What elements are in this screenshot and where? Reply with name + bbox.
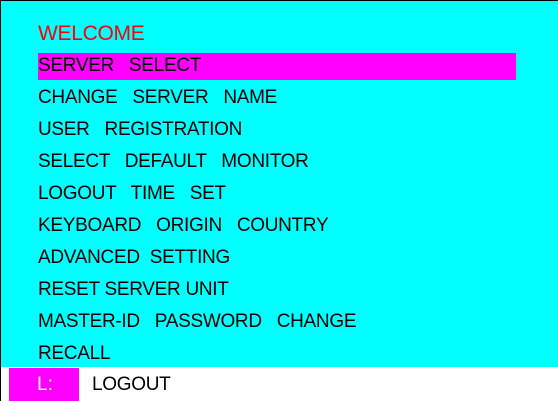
logout-label: LOGOUT (92, 374, 171, 395)
menu-item-recall[interactable]: RECALL (1, 338, 558, 370)
menu-item-label: KEYBOARD ORIGIN COUNTRY (38, 215, 329, 236)
menu-item-server-select[interactable]: SERVER SELECT (1, 50, 558, 82)
menu-item-keyboard-origin-country[interactable]: KEYBOARD ORIGIN COUNTRY (1, 210, 558, 242)
menu-item-label: CHANGE SERVER NAME (38, 87, 278, 108)
menu-title: WELCOME (38, 22, 145, 45)
menu-item-advanced-setting[interactable]: ADVANCED SETTING (1, 242, 558, 274)
menu-item-label: ADVANCED SETTING (38, 247, 230, 268)
menu-item-logout-time-set[interactable]: LOGOUT TIME SET (1, 178, 558, 210)
menu-item-master-id-password-change[interactable]: MASTER-ID PASSWORD CHANGE (1, 306, 558, 338)
menu-item-label: RESET SERVER UNIT (38, 279, 229, 300)
menu-item-label: SELECT DEFAULT MONITOR (38, 151, 309, 172)
menu-item-label: LOGOUT TIME SET (38, 183, 226, 204)
menu-item-label: RECALL (38, 343, 111, 364)
menu-item-user-registration[interactable]: USER REGISTRATION (1, 114, 558, 146)
menu-item-select-default-monitor[interactable]: SELECT DEFAULT MONITOR (1, 146, 558, 178)
menu-item-change-server-name[interactable]: CHANGE SERVER NAME (1, 82, 558, 114)
status-bar: L: LOGOUT (1, 367, 558, 401)
menu-item-label: SERVER SELECT (38, 55, 202, 76)
main-menu: SERVER SELECT CHANGE SERVER NAME USER RE… (1, 50, 558, 370)
osd-window: WELCOME SERVER SELECT CHANGE SERVER NAME… (0, 0, 558, 401)
menu-item-label: MASTER-ID PASSWORD CHANGE (38, 311, 357, 332)
logout-hotkey[interactable]: L: (9, 368, 79, 401)
menu-item-reset-server-unit[interactable]: RESET SERVER UNIT (1, 274, 558, 306)
menu-item-label: USER REGISTRATION (38, 119, 243, 140)
